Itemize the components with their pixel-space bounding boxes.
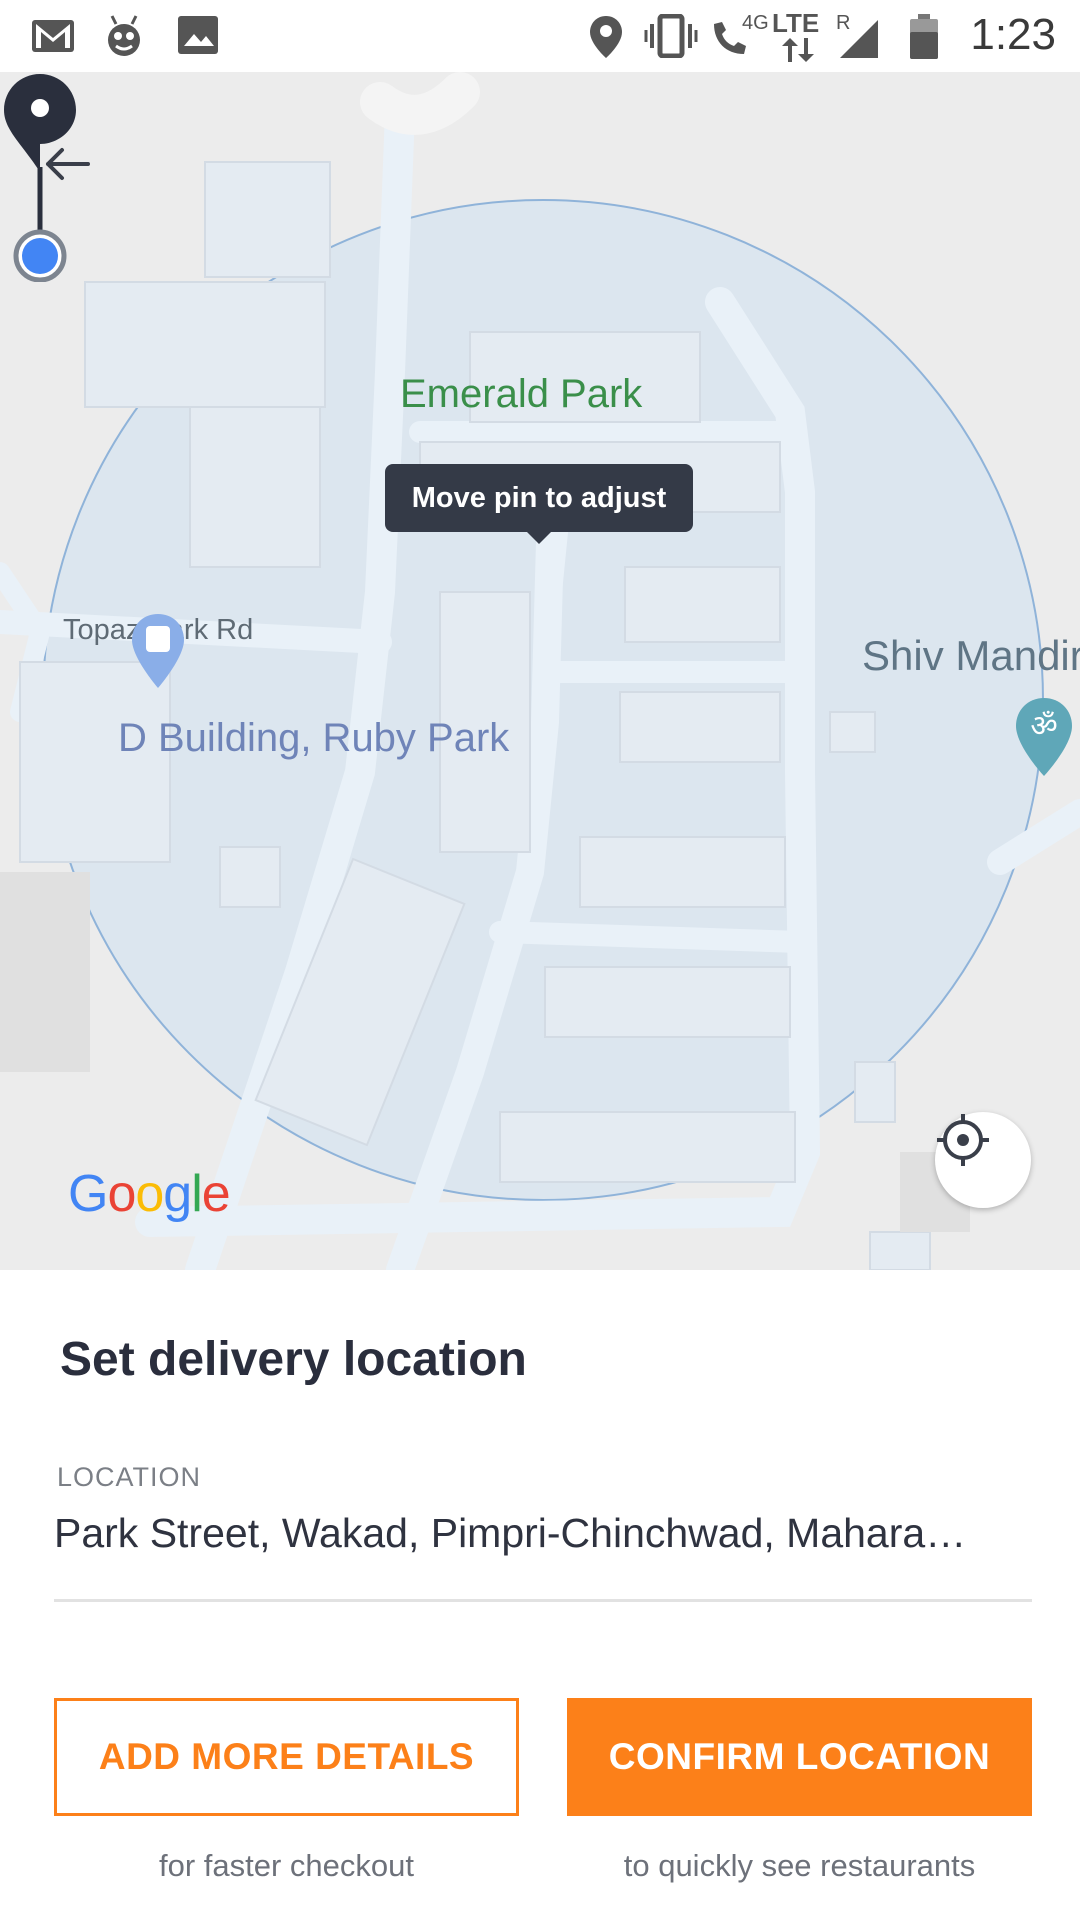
confirm-subtext: to quickly see restaurants: [623, 1848, 976, 1883]
vibrate-icon: [644, 14, 698, 58]
move-pin-tooltip: Move pin to adjust: [385, 464, 693, 544]
bus-stop-icon: [132, 614, 184, 688]
google-logo: Google: [68, 1165, 231, 1223]
delivery-location-sheet: Set delivery location LOCATION Park Stre…: [0, 1270, 1080, 1920]
gmail-icon: [32, 20, 74, 52]
location-icon: [590, 16, 622, 58]
add-more-details-button[interactable]: ADD MORE DETAILS: [54, 1698, 519, 1816]
lte-label: LTE: [772, 8, 820, 38]
svg-text:ॐ: ॐ: [1030, 709, 1057, 744]
signal-icon: [840, 20, 878, 58]
network-label: 4G: [742, 12, 769, 34]
status-bar: 4G LTE R 1:23: [0, 0, 1080, 72]
sheet-title: Set delivery location: [60, 1333, 527, 1386]
location-pin-icon[interactable]: [0, 72, 80, 282]
clock: 1:23: [970, 10, 1056, 59]
location-caption: LOCATION: [57, 1462, 202, 1492]
image-icon: [178, 16, 218, 54]
crosshair-icon: [937, 1114, 989, 1166]
map-label-emerald-park: Emerald Park: [400, 372, 643, 416]
map-view[interactable]: Emerald Park Topaz Park Rd D Building, R…: [0, 72, 1080, 1270]
map-label-shiv-mandir: Shiv Mandir: [862, 632, 1080, 679]
recenter-button[interactable]: [935, 1112, 1031, 1208]
confirm-location-button[interactable]: CONFIRM LOCATION: [567, 1698, 1032, 1816]
map-label-d-building: D Building, Ruby Park: [118, 716, 510, 760]
location-field[interactable]: Park Street, Wakad, Pimpri-Chinchwad, Ma…: [54, 1510, 1024, 1557]
add-details-subtext: for faster checkout: [158, 1848, 414, 1883]
temple-icon: ॐ: [1016, 698, 1072, 776]
location-divider: [54, 1599, 1032, 1602]
bug-mascot-icon: [108, 15, 140, 56]
battery-icon: [910, 14, 938, 59]
lte-icon: LTE: [770, 8, 826, 64]
